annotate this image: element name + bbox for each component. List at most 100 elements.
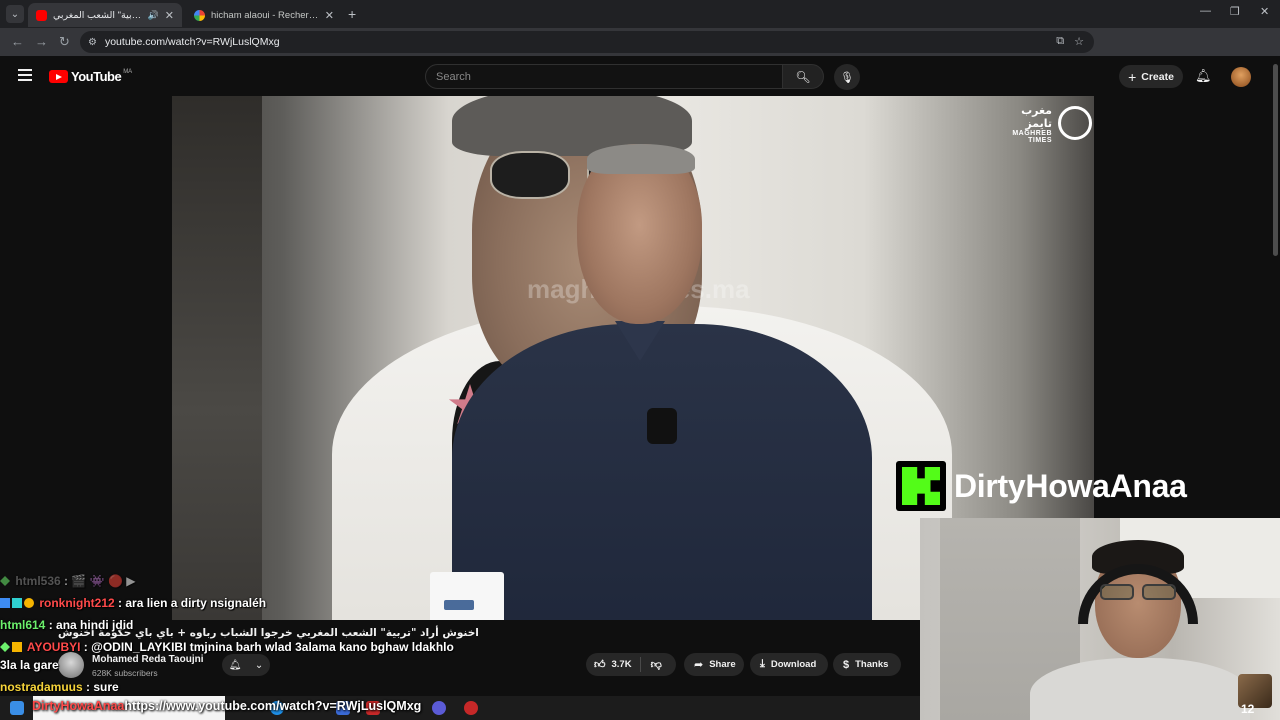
bell-icon: 🔔︎ — [228, 659, 242, 671]
streamer-banner: DirtyHowaAnaa — [896, 460, 1280, 512]
super-thanks-icon: $ — [843, 658, 850, 671]
chat-badge-icon — [12, 598, 22, 608]
download-button[interactable]: ⤓ Download — [750, 653, 828, 676]
microphone-icon: 🎙︎ — [840, 71, 854, 84]
maghreb-times-logo: مغرب تايمز MAGHREB TIMES — [996, 104, 1092, 144]
kick-icon — [896, 461, 946, 511]
channel-name[interactable]: Mohamed Reda Taoujni — [92, 654, 204, 665]
viewer-badge: 12 — [1241, 702, 1255, 716]
like-dislike-group: 👍︎ 3.7K 👎︎ — [586, 653, 676, 676]
chat-message: nostradamuus : sure — [0, 680, 119, 694]
url-field[interactable]: ⚙ youtube.com/watch?v=RWjLuslQMxg ⧉ ☆ — [80, 31, 1094, 53]
search-input[interactable] — [436, 70, 782, 83]
notifications-bell-icon[interactable]: 🔔︎ — [1195, 68, 1212, 84]
chat-text: sure — [93, 680, 119, 694]
youtube-favicon-icon — [36, 9, 47, 21]
forward-icon[interactable]: → — [35, 34, 48, 49]
tab-google[interactable]: hicham alaoui - Recherche Goo ✕ — [186, 3, 342, 27]
share-button[interactable]: ➦ Share — [684, 653, 744, 676]
chat-text: ana hindi jdid — [56, 618, 134, 632]
voice-search-button[interactable]: 🎙︎ — [834, 64, 860, 90]
windows-start-icon[interactable] — [10, 701, 24, 715]
chat-message: html614 : ana hindi jdid — [0, 618, 134, 632]
overlay-url: https://www.youtube.com/watch?v=RWjLuslQ… — [124, 699, 422, 713]
page-scrollbar[interactable] — [1272, 64, 1280, 264]
browser-tab-bar: ⌄ اخنوش أراد "تربية" الشعب المغربي 🔊 ✕ h… — [0, 0, 1280, 28]
cast-icon[interactable]: ⧉ — [1056, 35, 1064, 48]
checkmark-logo-icon — [1058, 106, 1092, 140]
url-text: youtube.com/watch?v=RWjLuslQMxg — [104, 36, 280, 48]
chat-badge-icon — [0, 642, 10, 652]
tab-title: اخنوش أراد "تربية" الشعب المغربي — [53, 9, 144, 21]
thanks-button[interactable]: $ Thanks — [833, 653, 901, 676]
account-avatar[interactable] — [1231, 67, 1251, 87]
emote-icon: 🎬 👾 🔴 ▶ — [71, 574, 136, 588]
speaker-icon[interactable]: 🔊 — [148, 10, 159, 21]
create-button[interactable]: + Create — [1119, 65, 1183, 88]
plus-icon: + — [1128, 68, 1137, 85]
logo-text: YouTube — [71, 69, 122, 84]
youtube-logo[interactable]: YouTube MA — [49, 69, 132, 84]
mug-logo — [444, 600, 474, 610]
tab-title: hicham alaoui - Recherche Goo — [211, 9, 319, 21]
youtube-play-icon — [49, 70, 68, 83]
menu-icon[interactable] — [18, 69, 32, 81]
chat-message: AYOUBYI : @ODIN_LAYKIBI tmjnina barh wla… — [0, 640, 454, 654]
chat-message: 3la la gare — [0, 658, 59, 672]
chat-username: html614 — [0, 618, 46, 632]
close-tab-icon[interactable]: ✕ — [165, 9, 174, 22]
youtube-header: YouTube MA 🔍︎ 🎙︎ + Create 🔔︎ — [0, 56, 1280, 96]
download-icon: ⤓ — [760, 658, 765, 670]
chat-username: nostradamuus — [0, 680, 83, 694]
close-window-icon[interactable]: ✕ — [1260, 5, 1269, 18]
streamer-shirt — [1030, 658, 1250, 720]
chat-username: AYOUBYI — [26, 640, 81, 654]
logo-arabic: مغرب تايمز — [1021, 105, 1052, 130]
download-label: Download — [770, 659, 817, 670]
video-background-shadow — [172, 96, 262, 620]
subscribed-button[interactable]: 🔔︎ ⌄ — [222, 654, 270, 676]
speaker-hair — [587, 144, 695, 174]
address-bar: ← → ↻ ⚙ youtube.com/watch?v=RWjLuslQMxg … — [0, 28, 1280, 76]
search-button[interactable]: 🔍︎ — [782, 64, 824, 89]
subscriber-count: 628K subscribers — [92, 668, 158, 678]
channel-avatar[interactable] — [58, 652, 84, 678]
share-label: Share — [709, 659, 736, 670]
chat-text: @ODIN_LAYKIBI tmjnina barh wlad 3alama k… — [91, 640, 454, 654]
chevron-down-icon: ⌄ — [254, 659, 264, 671]
like-button[interactable]: 👍︎ 3.7K — [586, 657, 641, 672]
speaker-shirt — [452, 324, 872, 620]
chat-username: ronknight212 — [39, 596, 115, 610]
search-icon: 🔍︎ — [795, 69, 811, 84]
site-info-icon[interactable]: ⚙ — [88, 37, 97, 48]
back-icon[interactable]: ← — [11, 34, 24, 49]
chat-text: 3la la gare — [0, 658, 59, 672]
new-tab-icon[interactable]: + — [348, 6, 356, 22]
country-code: MA — [123, 68, 133, 75]
discord-icon[interactable] — [432, 701, 446, 715]
chat-message: html536 : 🎬 👾 🔴 ▶ — [0, 574, 135, 588]
restore-icon[interactable]: ❐ — [1230, 5, 1240, 18]
chat-badge-icon — [0, 576, 10, 586]
mug — [430, 572, 504, 620]
google-favicon-icon — [194, 9, 205, 21]
bookmark-star-icon[interactable]: ☆ — [1074, 35, 1084, 48]
chat-message: ronknight212 : ara lien a dirty nsignalé… — [0, 596, 266, 610]
streamer-name: DirtyHowaAnaa — [954, 467, 1187, 504]
reload-icon[interactable]: ↻ — [59, 34, 70, 50]
chrome-icon[interactable] — [464, 701, 478, 715]
create-label: Create — [1141, 70, 1174, 83]
dislike-button[interactable]: 👎︎ — [641, 658, 672, 671]
tab-search-button[interactable]: ⌄ — [6, 5, 24, 23]
share-icon: ➦ — [694, 659, 704, 671]
thanks-label: Thanks — [855, 659, 889, 670]
thumbs-up-icon: 👍︎ — [594, 659, 606, 671]
webcam-feed: 12 — [920, 518, 1280, 720]
close-tab-icon[interactable]: ✕ — [325, 9, 334, 22]
overlay-url-text: DirtyHowaAnaahttps://www.youtube.com/wat… — [32, 699, 421, 713]
chat-badge-icon — [0, 598, 10, 608]
search-box[interactable] — [425, 64, 783, 89]
minimize-icon[interactable]: — — [1200, 5, 1211, 17]
chat-text: ara lien a dirty nsignaléh — [125, 596, 267, 610]
tab-youtube[interactable]: اخنوش أراد "تربية" الشعب المغربي 🔊 ✕ — [28, 3, 182, 27]
